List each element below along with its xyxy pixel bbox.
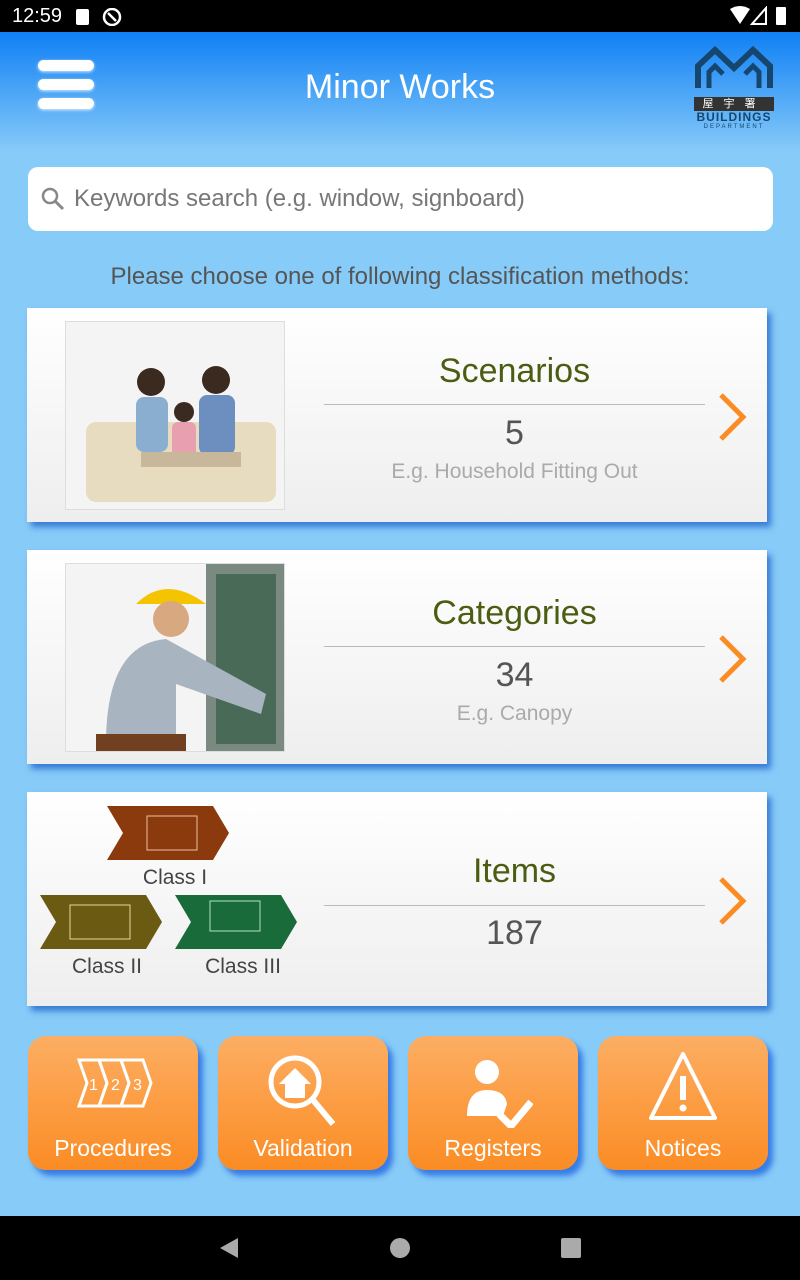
svg-text:2: 2 <box>111 1077 120 1094</box>
card-count: 187 <box>486 914 543 952</box>
class-3-icon <box>175 895 297 949</box>
status-time: 12:59 <box>12 5 63 27</box>
page-title: Minor Works <box>304 68 496 106</box>
status-icons-left <box>76 8 122 26</box>
person-check-icon <box>467 1060 533 1128</box>
app-header: Minor Works 屋宇署 BUILDINGS DEPARTMENT <box>0 32 800 152</box>
procedures-button[interactable]: 123 Procedures <box>28 1036 198 1170</box>
card-count: 34 <box>495 656 534 694</box>
instruction-text: Please choose one of following classific… <box>110 263 690 290</box>
back-icon[interactable] <box>218 1236 238 1260</box>
search-input[interactable] <box>74 185 773 213</box>
worker-photo <box>65 563 285 752</box>
svg-text:3: 3 <box>133 1077 142 1094</box>
validation-button[interactable]: Validation <box>218 1036 388 1170</box>
class-1-icon <box>107 806 229 860</box>
card-categories[interactable]: Categories 34 E.g. Canopy <box>27 550 767 764</box>
notices-button[interactable]: Notices <box>598 1036 768 1170</box>
class-1-label: Class I <box>142 866 208 889</box>
android-nav-bar <box>0 1216 800 1280</box>
home-icon[interactable] <box>388 1236 412 1260</box>
divider <box>324 646 705 647</box>
card-example: E.g. Household Fitting Out <box>391 460 638 483</box>
steps-123-icon: 123 <box>76 1058 153 1108</box>
search-icon <box>41 187 65 211</box>
chevron-right-icon <box>719 635 747 683</box>
chevron-right-icon <box>719 877 747 925</box>
card-scenarios[interactable]: Scenarios 5 E.g. Household Fitting Out <box>27 308 767 522</box>
class-2-icon <box>40 895 162 949</box>
logo-house-icon <box>695 45 773 88</box>
class-2-label: Class II <box>71 955 142 978</box>
card-title: Items <box>472 852 557 890</box>
card-example: E.g. Canopy <box>456 702 573 725</box>
card-items[interactable]: Class I Class II Class III Items 187 <box>27 792 767 1006</box>
buildings-department-logo: 屋宇署 BUILDINGS DEPARTMENT <box>694 45 774 130</box>
recents-icon[interactable] <box>560 1236 582 1260</box>
chevron-right-icon <box>719 393 747 441</box>
warning-icon <box>649 1052 717 1120</box>
registers-button[interactable]: Registers <box>408 1036 578 1170</box>
family-photo <box>65 321 285 510</box>
divider <box>324 404 705 405</box>
status-icons-right <box>730 6 786 25</box>
divider <box>324 905 705 906</box>
house-search-icon <box>268 1055 336 1126</box>
search-bar[interactable] <box>28 167 773 231</box>
card-title: Scenarios <box>438 352 591 390</box>
card-title: Categories <box>432 594 597 632</box>
class-3-label: Class III <box>205 955 281 978</box>
svg-text:1: 1 <box>89 1077 98 1094</box>
card-count: 5 <box>505 414 524 452</box>
status-bar: 12:59 <box>0 0 800 32</box>
